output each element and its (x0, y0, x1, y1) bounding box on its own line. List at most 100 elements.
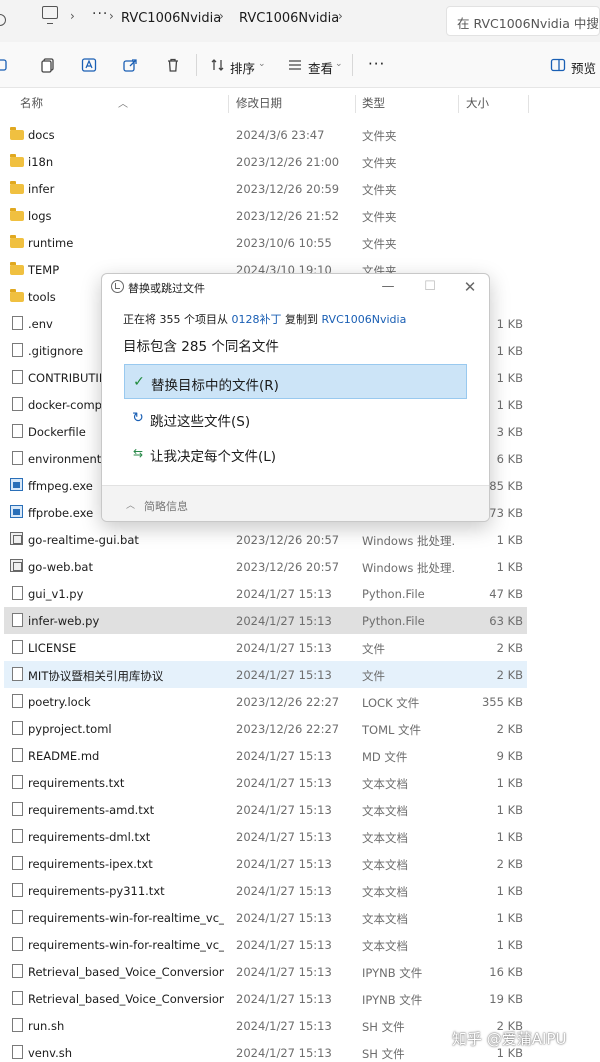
file-name: README.md (28, 749, 100, 763)
file-modified-date: 2024/1/27 15:13 (236, 776, 332, 790)
copy-icon[interactable] (40, 57, 56, 73)
decide-each-file-option[interactable]: ⇆ 让我决定每个文件(L) (124, 436, 467, 471)
replace-or-skip-dialog: 替换或跳过文件 — ☐ ✕ 正在将 355 个项目从 0128补丁 复制到 RV… (101, 273, 490, 522)
file-name: infer-web.py (28, 614, 100, 628)
file-row[interactable]: requirements-ipex.txt 2024/1/27 15:13 文本文档… (4, 850, 527, 877)
file-size: 2 KB (496, 857, 523, 871)
folder-icon (10, 208, 24, 221)
folder-icon (10, 154, 24, 167)
computer-icon[interactable] (42, 6, 58, 24)
file-row[interactable]: MIT协议暨相关引用库协议 2024/1/27 15:13 文件 2 KB (4, 661, 527, 688)
column-modified[interactable]: 修改日期 (236, 95, 282, 111)
file-row[interactable]: LICENSE 2024/1/27 15:13 文件 2 KB (4, 634, 527, 661)
replace-files-option[interactable]: ✓ 替换目标中的文件(R) (124, 364, 467, 399)
file-name: pyproject.toml (28, 722, 112, 736)
file-modified-date: 2024/1/27 15:13 (236, 1046, 332, 1060)
column-size[interactable]: 大小 (466, 95, 489, 111)
file-modified-date: 2024/1/27 15:13 (236, 965, 332, 979)
file-row[interactable]: requirements-win-for-realtime_vc_gui... 2… (4, 931, 527, 958)
file-icon (12, 937, 23, 951)
chevron-right-icon[interactable]: › (338, 9, 343, 23)
close-button[interactable]: ✕ (455, 277, 485, 297)
search-input[interactable]: 在 RVC1006Nvidia 中搜索 (446, 6, 600, 36)
folder-row[interactable]: infer 2023/12/26 20:59 文件夹 (4, 175, 527, 202)
column-type[interactable]: 类型 (362, 95, 385, 111)
folder-row[interactable]: logs 2023/12/26 21:52 文件夹 (4, 202, 527, 229)
share-icon[interactable] (122, 57, 138, 73)
file-row[interactable]: README.md 2024/1/27 15:13 MD 文件 9 KB (4, 742, 527, 769)
file-row[interactable]: gui_v1.py 2024/1/27 15:13 Python.File 47 KB (4, 580, 527, 607)
destination-folder-link[interactable]: RVC1006Nvidia (322, 313, 407, 326)
column-divider[interactable] (528, 95, 529, 113)
sort-button[interactable]: 排序 (230, 58, 255, 77)
minimize-button[interactable]: — (373, 277, 403, 297)
breadcrumb-item[interactable]: RVC1006Nvidia (121, 11, 221, 26)
folder-row[interactable]: i18n 2023/12/26 21:00 文件夹 (4, 148, 527, 175)
chevron-right-icon[interactable]: › (219, 9, 224, 23)
file-row[interactable]: poetry.lock 2023/12/26 22:27 LOCK 文件 355 KB (4, 688, 527, 715)
file-row[interactable]: pyproject.toml 2023/12/26 22:27 TOML 文件 2 K… (4, 715, 527, 742)
file-type: IPYNB 文件 (362, 993, 423, 1007)
file-modified-date: 2023/10/6 10:55 (236, 236, 332, 250)
more-options-button[interactable]: ··· (368, 55, 385, 73)
file-row[interactable]: Retrieval_based_Voice_Conversion_W... 202… (4, 958, 527, 985)
batch-file-icon (10, 559, 23, 572)
file-row[interactable]: venv.sh 2024/1/27 15:13 SH 文件 1 KB (4, 1039, 527, 1062)
file-row[interactable]: go-web.bat 2023/12/26 20:57 Windows 批处理...… (4, 553, 527, 580)
file-modified-date: 2024/1/27 15:13 (236, 749, 332, 763)
file-modified-date: 2024/1/27 15:13 (236, 992, 332, 1006)
preview-button[interactable]: 预览 (571, 58, 596, 77)
folder-icon (10, 127, 24, 140)
file-modified-date: 2024/1/27 15:13 (236, 587, 332, 601)
file-type: 文件夹 (362, 156, 397, 170)
file-type: SH 文件 (362, 1020, 405, 1034)
column-divider[interactable] (228, 95, 229, 113)
back-icon[interactable] (0, 14, 6, 26)
file-name: logs (28, 209, 52, 223)
rename-icon[interactable] (81, 57, 97, 73)
file-icon (12, 586, 23, 600)
file-row[interactable]: infer-web.py 2024/1/27 15:13 Python.File 63… (4, 607, 527, 634)
folder-icon (10, 262, 24, 275)
folder-row[interactable]: docs 2024/3/6 23:47 文件夹 (4, 121, 527, 148)
skip-files-option[interactable]: ↻ 跳过这些文件(S) (124, 401, 467, 436)
chevron-down-icon[interactable]: ⌄ (335, 59, 343, 69)
cut-icon[interactable] (0, 57, 10, 73)
file-row[interactable]: requirements-win-for-realtime_vc_gui... 2… (4, 904, 527, 931)
file-type: 文本文档 (362, 831, 408, 845)
preview-pane-icon[interactable] (550, 57, 566, 73)
file-row[interactable]: requirements-dml.txt 2024/1/27 15:13 文本文档 1… (4, 823, 527, 850)
file-name: requirements-win-for-realtime_vc_gui... (28, 938, 224, 952)
file-row[interactable]: Retrieval_based_Voice_Conversion_W... 202… (4, 985, 527, 1012)
chevron-down-icon[interactable]: ⌄ (258, 59, 266, 69)
file-icon (12, 991, 23, 1005)
file-type: Python.File (362, 614, 425, 628)
sort-icon[interactable] (210, 57, 226, 73)
view-icon[interactable] (287, 57, 303, 73)
chevron-right-icon[interactable]: › (109, 9, 114, 23)
file-size: 1 KB (496, 398, 523, 412)
chevron-up-icon[interactable]: ︿ (126, 498, 135, 511)
file-row[interactable]: requirements.txt 2024/1/27 15:13 文本文档 1 KB (4, 769, 527, 796)
option-label: 让我决定每个文件(L) (150, 449, 277, 465)
fewer-details-button[interactable]: 简略信息 (144, 498, 188, 514)
file-row[interactable]: requirements-py311.txt 2024/1/27 15:13 文本文… (4, 877, 527, 904)
folder-row[interactable]: runtime 2023/10/6 10:55 文件夹 (4, 229, 527, 256)
view-button[interactable]: 查看 (308, 58, 333, 77)
file-name: gui_v1.py (28, 587, 84, 601)
file-row[interactable]: requirements-amd.txt 2024/1/27 15:13 文本文档 1… (4, 796, 527, 823)
delete-icon[interactable] (165, 57, 181, 73)
breadcrumb-overflow-button[interactable]: ··· (92, 6, 108, 22)
file-name: LICENSE (28, 641, 77, 655)
source-folder-link[interactable]: 0128补丁 (232, 313, 282, 326)
file-row[interactable]: run.sh 2024/1/27 15:13 SH 文件 2 KB (4, 1012, 527, 1039)
column-divider[interactable] (355, 95, 356, 113)
chevron-right-icon[interactable]: › (70, 9, 75, 23)
file-size: 16 KB (489, 965, 523, 979)
file-icon (12, 667, 23, 681)
breadcrumb-item[interactable]: RVC1006Nvidia (239, 11, 339, 26)
file-row[interactable]: go-realtime-gui.bat 2023/12/26 20:57 Windo… (4, 526, 527, 553)
dialog-titlebar[interactable]: 替换或跳过文件 — ☐ ✕ (102, 274, 489, 300)
column-divider[interactable] (458, 95, 459, 113)
column-name[interactable]: 名称 (20, 95, 43, 111)
